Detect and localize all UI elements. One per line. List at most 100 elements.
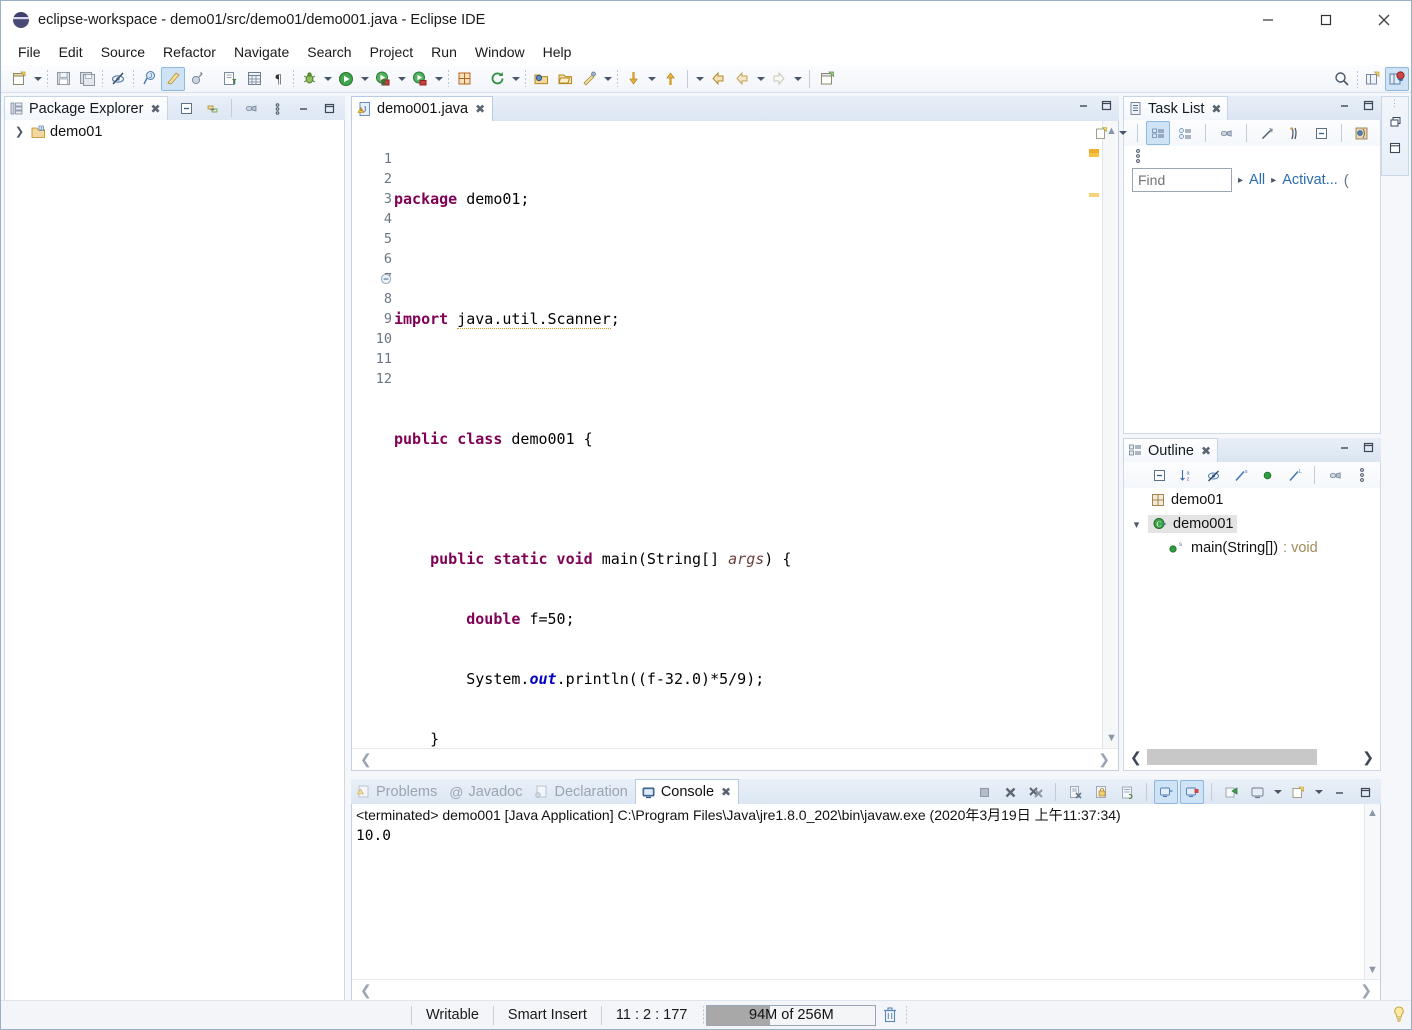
- console-body[interactable]: <terminated> demo001 [Java Application] …: [351, 804, 1381, 1002]
- chevron-right-icon[interactable]: ❯: [13, 125, 26, 138]
- maximize-button[interactable]: [1297, 1, 1355, 39]
- tab-console[interactable]: Console ✖: [634, 779, 740, 804]
- editor-vertical-scrollbar[interactable]: ▲ ▼: [1102, 121, 1118, 748]
- tab-package-explorer[interactable]: Package Explorer ✖: [4, 96, 168, 120]
- editor-tab-demo001[interactable]: J demo001.java ✖: [351, 96, 494, 121]
- new-console-view-icon[interactable]: [1286, 780, 1310, 804]
- maximize-icon[interactable]: [1361, 440, 1376, 455]
- overview-warning-marker[interactable]: [1089, 153, 1099, 157]
- chevron-down-icon[interactable]: ▾: [1130, 518, 1143, 531]
- java-perspective-icon[interactable]: [1385, 67, 1409, 91]
- tab-outline[interactable]: Outline ✖: [1123, 438, 1219, 462]
- collapse-all-icon[interactable]: [174, 96, 198, 120]
- external-tools-dropdown-icon[interactable]: [432, 67, 445, 91]
- find-input[interactable]: [1132, 168, 1232, 192]
- task-repositories-icon[interactable]: [1350, 121, 1374, 145]
- close-icon[interactable]: ✖: [721, 785, 731, 799]
- menu-navigate[interactable]: Navigate: [225, 42, 298, 62]
- new-wizard-dropdown-icon[interactable]: [31, 67, 44, 91]
- show-console-on-error-icon[interactable]: [1180, 780, 1204, 804]
- menu-search[interactable]: Search: [298, 42, 360, 62]
- tip-icon[interactable]: [1391, 1005, 1407, 1025]
- menu-file[interactable]: File: [9, 42, 50, 62]
- open-task-icon[interactable]: [242, 67, 266, 91]
- clear-console-icon[interactable]: [1063, 780, 1087, 804]
- focus-on-workweek-icon[interactable]: [1214, 121, 1238, 145]
- close-button[interactable]: [1355, 1, 1411, 39]
- collapse-all-icon[interactable]: [1147, 463, 1171, 487]
- search-tool-icon[interactable]: [577, 67, 601, 91]
- paragraph-icon[interactable]: ¶: [266, 67, 290, 91]
- overview-warning-marker[interactable]: [1089, 193, 1099, 197]
- remove-launch-icon[interactable]: [998, 780, 1022, 804]
- external-tools-icon[interactable]: [185, 67, 209, 91]
- scroll-left-icon[interactable]: ❮: [1125, 749, 1142, 766]
- open-resource-icon[interactable]: [553, 67, 577, 91]
- minimize-button[interactable]: [1239, 1, 1297, 39]
- save-all-icon[interactable]: [75, 67, 99, 91]
- editor-horizontal-scrollbar[interactable]: ❮ ❯: [352, 748, 1118, 770]
- new-task-dropdown-icon[interactable]: [1116, 121, 1129, 145]
- close-icon[interactable]: ✖: [1211, 102, 1221, 116]
- outline-selected-item[interactable]: C demo001: [1148, 515, 1238, 533]
- view-menu-icon[interactable]: [239, 96, 263, 120]
- outline-item-class[interactable]: ▾ C demo001: [1124, 512, 1380, 536]
- next-annotation-dropdown-icon[interactable]: [645, 67, 658, 91]
- tab-declaration[interactable]: Declaration: [529, 779, 634, 804]
- back-dropdown-icon[interactable]: [754, 67, 767, 91]
- console-vertical-scrollbar[interactable]: ▲ ▼: [1364, 804, 1380, 979]
- tab-task-list[interactable]: Task List ✖: [1123, 96, 1229, 120]
- external-tools-run-icon[interactable]: [408, 67, 432, 91]
- run-dropdown-icon[interactable]: [358, 67, 371, 91]
- tree-item-demo01[interactable]: ❯ J demo01: [5, 120, 344, 143]
- editor-overview-ruler[interactable]: [1087, 121, 1101, 748]
- show-console-on-output-icon[interactable]: [1154, 780, 1178, 804]
- maximize-icon[interactable]: [317, 96, 341, 120]
- debug-dropdown-icon[interactable]: [321, 67, 334, 91]
- scrollbar-thumb[interactable]: [1147, 749, 1317, 765]
- minimize-icon[interactable]: [291, 96, 315, 120]
- prev-annotation-dropdown-icon[interactable]: [693, 67, 706, 91]
- scroll-lock-icon[interactable]: [1089, 780, 1113, 804]
- new-task-icon[interactable]: [1089, 121, 1113, 145]
- trash-icon[interactable]: [876, 1006, 904, 1024]
- filter-all-link[interactable]: All: [1249, 172, 1265, 188]
- synchronize-changed-icon[interactable]: [1255, 121, 1279, 145]
- menu-window[interactable]: Window: [466, 42, 534, 62]
- search-icon[interactable]: [1330, 67, 1354, 91]
- forward-back-icon[interactable]: [730, 67, 754, 91]
- menu-source[interactable]: Source: [92, 42, 154, 62]
- menu-refactor[interactable]: Refactor: [154, 42, 225, 62]
- memory-indicator[interactable]: 94M of 256M: [706, 1004, 877, 1026]
- filter-more-icon[interactable]: (: [1344, 172, 1349, 189]
- forward-dropdown-icon[interactable]: [791, 67, 804, 91]
- categorized-presentation-icon[interactable]: [1146, 121, 1170, 145]
- hide-local-types-icon[interactable]: L: [1282, 463, 1306, 487]
- link-with-editor-icon[interactable]: [200, 96, 224, 120]
- drag-handle[interactable]: ⋮: [1382, 97, 1408, 109]
- maximize-icon[interactable]: [1353, 780, 1377, 804]
- build-all-icon[interactable]: [218, 67, 242, 91]
- maximize-icon[interactable]: [1361, 98, 1376, 113]
- outline-item-package[interactable]: demo01: [1124, 488, 1380, 512]
- scroll-right-icon[interactable]: ❯: [1362, 749, 1379, 766]
- hide-non-public-icon[interactable]: [1255, 463, 1279, 487]
- close-icon[interactable]: ✖: [1201, 444, 1211, 458]
- run-last-dropdown-icon[interactable]: [395, 67, 408, 91]
- word-wrap-icon[interactable]: [1115, 780, 1139, 804]
- search-dropdown-icon[interactable]: [601, 67, 614, 91]
- new-java-project-icon[interactable]: J: [137, 67, 161, 91]
- refresh-dropdown-icon[interactable]: [509, 67, 522, 91]
- skip-breakpoints-icon[interactable]: [106, 67, 130, 91]
- menu-edit[interactable]: Edit: [50, 42, 92, 62]
- close-icon[interactable]: ✖: [150, 102, 160, 116]
- view-menu-dots-icon[interactable]: [1132, 148, 1380, 164]
- menu-run[interactable]: Run: [422, 42, 466, 62]
- new-wizard-icon[interactable]: [7, 67, 31, 91]
- previous-annotation-icon[interactable]: [658, 67, 682, 91]
- new-package-icon[interactable]: [452, 67, 476, 91]
- new-console-dropdown-icon[interactable]: [1312, 780, 1325, 804]
- remove-all-launches-icon[interactable]: [1024, 780, 1048, 804]
- collapse-all-icon[interactable]: [1309, 121, 1333, 145]
- task-list-body[interactable]: ▸ All ▸ Activat... (: [1095, 120, 1381, 434]
